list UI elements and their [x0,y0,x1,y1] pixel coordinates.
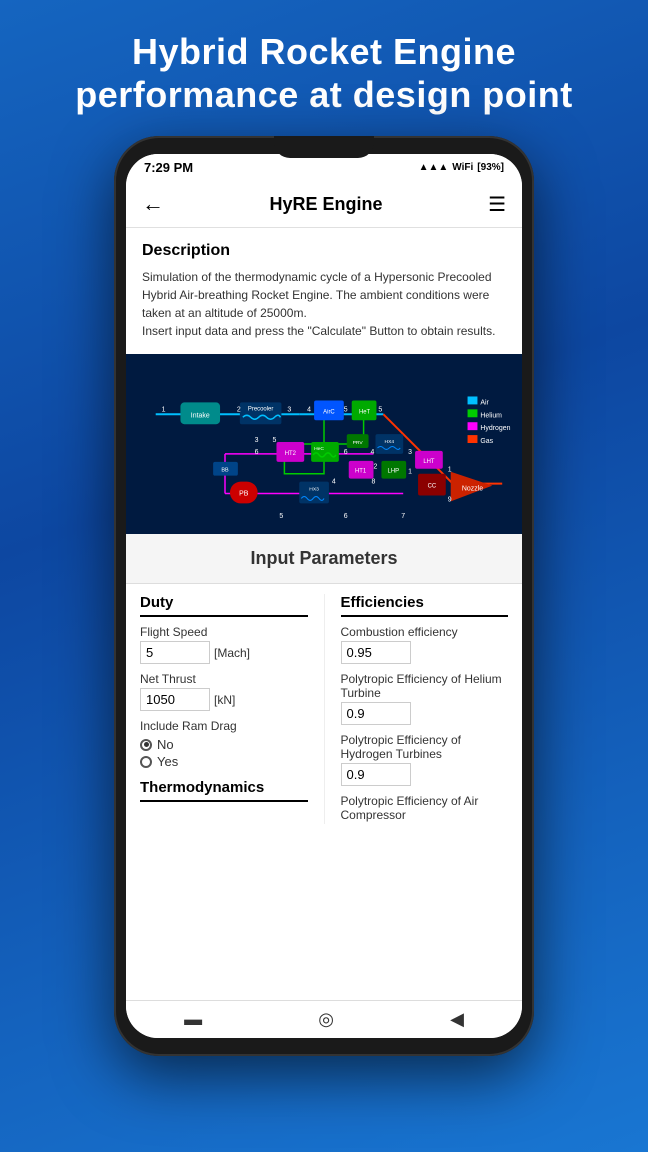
svg-text:4: 4 [371,449,375,456]
svg-text:4: 4 [307,407,311,414]
radio-no-label: No [157,737,174,752]
svg-text:Hydrogen: Hydrogen [480,426,510,433]
svg-text:8: 8 [372,479,376,486]
svg-text:LHP: LHP [388,469,400,475]
svg-text:Air: Air [480,400,489,407]
combustion-eff-label: Combustion efficiency [341,625,509,639]
notch [274,136,374,158]
svg-text:Helium: Helium [480,413,502,420]
phone-wrapper: 7:29 PM ▲▲▲ WiFi [93%] ← HyRE Engine ☰ [114,136,534,1056]
page-background: Hybrid Rocket Engine performance at desi… [0,0,648,1152]
combustion-eff-row [341,641,509,664]
net-thrust-input[interactable] [140,688,210,711]
nav-icon-home[interactable]: ◎ [318,1009,334,1030]
svg-text:6: 6 [255,449,259,456]
radio-yes-label: Yes [157,754,178,769]
radio-group: No Yes [140,737,308,769]
phone-screen: 7:29 PM ▲▲▲ WiFi [93%] ← HyRE Engine ☰ [126,154,522,1038]
svg-text:1: 1 [408,469,412,476]
include-ram-drag-label: Include Ram Drag [140,719,308,733]
back-button[interactable]: ← [142,191,164,217]
app-bar: ← HyRE Engine ☰ [126,181,522,228]
svg-text:5: 5 [378,407,382,414]
flight-speed-unit: [Mach] [214,646,250,660]
svg-text:HeT: HeT [359,410,371,416]
svg-text:5: 5 [344,407,348,414]
svg-text:Nozzle: Nozzle [462,486,483,493]
svg-text:HT2: HT2 [285,451,296,457]
thermodynamics-title: Thermodynamics [140,779,308,802]
poly-eff-air-comp-label: Polytropic Efficiency of Air Compressor [341,794,509,822]
battery-icon: [93%] [477,162,504,173]
description-text: Simulation of the thermodynamic cycle of… [142,268,506,340]
svg-text:1: 1 [162,407,166,414]
svg-text:3: 3 [255,437,259,444]
phone-frame: 7:29 PM ▲▲▲ WiFi [93%] ← HyRE Engine ☰ [114,136,534,1056]
duty-col: Duty Flight Speed [Mach] Net Thrust [kN] [140,594,325,824]
svg-text:BB: BB [221,468,229,474]
svg-text:Intake: Intake [191,413,210,420]
description-section: Description Simulation of the thermodyna… [126,228,522,354]
params-container: Duty Flight Speed [Mach] Net Thrust [kN] [126,584,522,834]
svg-text:HX4: HX4 [385,439,395,445]
status-bar: 7:29 PM ▲▲▲ WiFi [93%] [126,154,522,181]
svg-text:AirC: AirC [323,410,335,416]
svg-text:PRV: PRV [353,440,364,446]
combustion-eff-input[interactable] [341,641,411,664]
svg-text:6: 6 [344,449,348,456]
bottom-nav: ▬ ◎ ◀ [126,1000,522,1038]
nav-icon-back[interactable]: ▬ [184,1009,202,1030]
net-thrust-unit: [kN] [214,693,235,707]
header-title: Hybrid Rocket Engine performance at desi… [35,0,613,136]
net-thrust-label: Net Thrust [140,672,308,686]
svg-text:9: 9 [448,497,452,504]
poly-eff-he-turbine-label: Polytropic Efficiency of Helium Turbine [341,672,509,700]
radio-no-row[interactable]: No [140,737,308,752]
status-time: 7:29 PM [144,160,193,175]
svg-text:2: 2 [237,407,241,414]
radio-yes-button[interactable] [140,756,152,768]
content-scroll[interactable]: Description Simulation of the thermodyna… [126,228,522,1000]
svg-text:4: 4 [332,479,336,486]
efficiencies-col-title: Efficiencies [341,594,509,617]
poly-eff-h2-turbines-row [341,763,509,786]
svg-text:7: 7 [401,514,405,521]
duty-col-title: Duty [140,594,308,617]
svg-text:2: 2 [374,464,378,471]
flight-speed-row: [Mach] [140,641,308,664]
svg-text:1: 1 [448,467,452,474]
svg-text:6: 6 [344,514,348,521]
flight-speed-label: Flight Speed [140,625,308,639]
svg-text:HeC: HeC [314,446,324,452]
nav-icon-recent[interactable]: ◀ [450,1009,464,1030]
status-icons: ▲▲▲ WiFi [93%] [419,162,504,173]
wifi-icon: WiFi [452,162,473,173]
menu-button[interactable]: ☰ [488,192,506,217]
svg-text:3: 3 [287,407,291,414]
poly-eff-h2-turbines-label: Polytropic Efficiency of Hydrogen Turbin… [341,733,509,761]
poly-eff-he-turbine-input[interactable] [341,702,411,725]
app-bar-title: HyRE Engine [270,194,383,215]
flight-speed-input[interactable] [140,641,210,664]
poly-eff-h2-turbines-input[interactable] [341,763,411,786]
svg-text:CC: CC [428,484,437,490]
svg-text:HT1: HT1 [355,469,367,475]
signal-icon: ▲▲▲ [419,162,449,173]
input-params-header: Input Parameters [126,534,522,584]
svg-text:Precooler: Precooler [248,407,273,413]
svg-text:HX3: HX3 [309,487,319,493]
poly-eff-he-turbine-row [341,702,509,725]
svg-text:PB: PB [239,491,249,498]
engine-diagram: Intake Precooler AirC HeT [126,354,522,534]
description-title: Description [142,242,506,260]
svg-text:5: 5 [273,437,277,444]
svg-text:5: 5 [279,514,283,521]
svg-text:Gas: Gas [480,438,493,445]
radio-yes-row[interactable]: Yes [140,754,308,769]
svg-text:LHT: LHT [423,459,435,465]
svg-text:3: 3 [408,449,412,456]
net-thrust-row: [kN] [140,688,308,711]
radio-no-button[interactable] [140,739,152,751]
efficiencies-col: Efficiencies Combustion efficiency Polyt… [325,594,509,824]
